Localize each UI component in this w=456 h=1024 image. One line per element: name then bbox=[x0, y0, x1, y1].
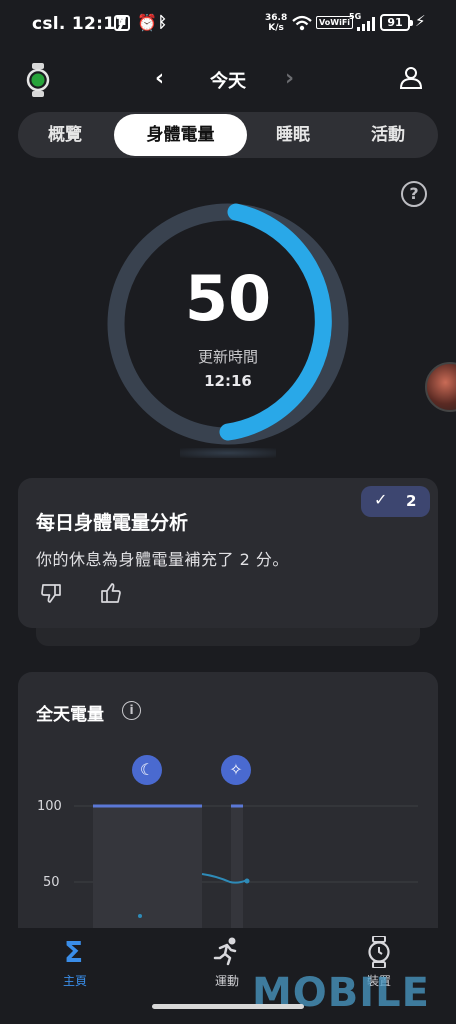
battery-indicator: 91 bbox=[380, 14, 413, 31]
check-icon: ✓ bbox=[374, 490, 388, 509]
badge-count: 2 bbox=[406, 492, 417, 510]
alarm-icon: ⏰ bbox=[137, 13, 157, 32]
status-bar: csl. 12:17 N ⏰ ᛒ 36.8 K/s VoWiFi 5G 91 ⚡ bbox=[0, 0, 456, 48]
charging-icon: ⚡ bbox=[415, 12, 426, 30]
day-battery-chart bbox=[74, 804, 418, 940]
info-icon[interactable]: i bbox=[122, 701, 141, 720]
current-point bbox=[244, 878, 250, 884]
help-icon[interactable]: ? bbox=[401, 181, 427, 207]
chevron-right-icon[interactable]: › bbox=[285, 66, 294, 91]
floating-avatar[interactable] bbox=[425, 362, 456, 412]
daily-analysis-text: 你的休息為身體電量補充了 2 分。 bbox=[36, 550, 289, 569]
body-battery-value: 50 bbox=[184, 262, 272, 335]
nfc-icon: N bbox=[114, 15, 130, 31]
tab-sleep[interactable]: 睡眠 bbox=[258, 112, 328, 158]
signal-icon bbox=[357, 17, 375, 31]
tab-bar: 概覽 身體電量 睡眠 活動 bbox=[18, 112, 438, 158]
vowifi-badge: VoWiFi bbox=[316, 16, 354, 29]
sleep-moon-icon[interactable]: ☾ bbox=[132, 755, 162, 785]
net-speed-value: 36.8 bbox=[265, 13, 288, 23]
sleep-period-band bbox=[93, 806, 202, 940]
all-day-chart-title: 全天電量 bbox=[36, 705, 104, 725]
rest-sparkle-icon[interactable]: ✧ bbox=[221, 755, 251, 785]
tab-activity[interactable]: 活動 bbox=[348, 112, 428, 158]
thumbs-up-icon[interactable] bbox=[99, 582, 123, 604]
bluetooth-icon: ᛒ bbox=[158, 13, 168, 31]
home-indicator[interactable] bbox=[152, 1004, 304, 1009]
net-speed: 36.8 K/s bbox=[265, 13, 287, 33]
gauge-glow bbox=[180, 448, 276, 458]
tab-body-battery[interactable]: 身體電量 bbox=[114, 114, 247, 156]
wifi-icon bbox=[292, 15, 312, 31]
tab-overview[interactable]: 概覽 bbox=[22, 112, 108, 158]
nav-exercise-label[interactable]: 運動 bbox=[197, 972, 257, 989]
update-time-label: 更新時間 bbox=[197, 348, 258, 366]
running-icon[interactable] bbox=[212, 936, 242, 966]
update-time-value: 12:16 bbox=[204, 372, 252, 390]
low-point bbox=[138, 914, 142, 918]
insight-count-badge[interactable]: ✓ 2 bbox=[361, 486, 430, 517]
sigma-icon[interactable]: Σ bbox=[64, 936, 83, 969]
date-title: 今天 bbox=[210, 71, 246, 92]
rest-period-band bbox=[231, 806, 243, 940]
daily-analysis-title: 每日身體電量分析 bbox=[36, 512, 189, 534]
device-watch-icon[interactable] bbox=[366, 936, 392, 968]
net-speed-unit: K/s bbox=[268, 23, 284, 33]
nav-home-label[interactable]: 主頁 bbox=[45, 972, 105, 989]
person-icon[interactable] bbox=[399, 66, 423, 90]
watermark-logo: MOBILE bbox=[252, 970, 430, 1016]
thumbs-down-icon[interactable] bbox=[40, 582, 64, 604]
